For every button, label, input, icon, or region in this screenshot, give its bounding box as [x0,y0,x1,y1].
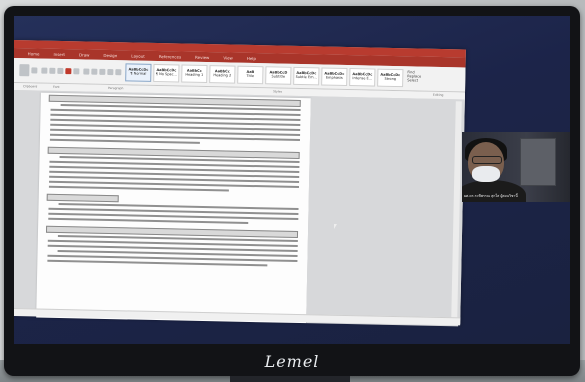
style-no-spacing[interactable]: AaBbCcDc ¶ No Spac... [153,63,180,83]
tab-review[interactable]: Review [195,54,209,59]
monitor-screen: Home Insert Draw Design Layout Reference… [14,16,570,344]
style-label: Subtle Em... [295,74,317,80]
tab-design[interactable]: Design [103,52,117,57]
monitor: Home Insert Draw Design Layout Reference… [4,6,580,376]
editing-group: Find Replace Select [407,70,421,86]
tab-home[interactable]: Home [28,51,40,56]
numbering-button[interactable] [91,68,98,75]
participant-face-mask [472,166,500,182]
underline-button[interactable] [57,67,64,75]
style-title[interactable]: AaB Title [237,65,264,85]
group-label-paragraph: Paragraph [107,85,124,91]
style-emphasis[interactable]: AaBbCcDc Emphasis [321,67,348,86]
select-button[interactable]: Select [407,78,418,82]
document-area[interactable] [14,89,465,327]
tab-insert[interactable]: Insert [53,51,65,56]
mouse-pointer-icon [334,224,337,229]
document-page[interactable] [36,92,311,324]
style-label: Intense E... [352,76,373,81]
page-margin-area [306,98,463,327]
styles-gallery: AaBbCcDc ¶ Normal AaBbCcDc ¶ No Spac... Aa… [125,63,404,88]
clipboard-group [19,62,38,78]
cut-button[interactable] [31,67,38,74]
italic-button[interactable] [49,67,56,74]
style-strong[interactable]: AaBbCcDc Strong [377,68,404,88]
tab-references[interactable]: References [159,54,181,59]
justify-button[interactable] [115,69,122,76]
participant-glasses [472,156,502,164]
style-intense-emphasis[interactable]: AaBbCcDc Intense E... [349,68,376,87]
text-line [48,185,229,192]
text-line [48,217,249,224]
style-label: Emphasis [325,75,343,80]
group-label-styles: Styles [272,89,283,94]
style-subtle-emphasis[interactable]: AaBbCcDc Subtle Em... [293,66,320,86]
paste-button[interactable] [19,64,30,77]
tab-draw[interactable]: Draw [79,52,90,57]
align-left-button[interactable] [99,68,106,75]
text-line [47,259,268,267]
tab-layout[interactable]: Layout [131,53,145,58]
bullets-button[interactable] [83,68,90,75]
monitor-brand-logo: Lemel [264,352,320,371]
text-line [49,138,200,144]
tab-help[interactable]: Help [247,55,256,60]
align-center-button[interactable] [107,68,114,76]
door-in-background [520,138,556,186]
tab-view[interactable]: View [223,55,233,60]
style-label: Strong [384,76,397,82]
font-color-button[interactable] [65,68,72,75]
style-subtitle[interactable]: AaBbCcD Subtitle [265,66,292,85]
group-label-clipboard: Clipboard [22,84,38,89]
style-heading-1[interactable]: AaBbCc Heading 1 [181,64,208,84]
bold-button[interactable] [41,67,48,74]
highlight-button[interactable] [73,68,80,75]
font-group [41,63,80,80]
style-label: Subtitle [271,74,286,79]
style-label: Title [246,73,255,79]
paragraph-group [83,63,122,80]
participant-name-label: ผศ.ดร.ระพีพรรณ สุกใส ผู้สอนวิชานี้ [464,194,518,198]
group-label-editing: Editing [432,92,444,98]
style-heading-2[interactable]: AaBbCc Heading 2 [209,65,236,84]
style-label: Heading 1 [185,72,204,77]
group-label-font: Font [52,84,60,89]
style-label: Heading 2 [213,73,232,78]
style-label: ¶ No Spac... [155,71,177,77]
video-call-tile[interactable]: ผศ.ดร.ระพีพรรณ สุกใส ผู้สอนวิชานี้ [462,132,570,202]
style-normal[interactable]: AaBbCcDc ¶ Normal [125,63,152,82]
section-heading-3 [46,193,119,203]
monitor-stand [230,376,350,382]
style-label: ¶ Normal [130,71,147,76]
word-window[interactable]: Home Insert Draw Design Layout Reference… [14,40,466,327]
